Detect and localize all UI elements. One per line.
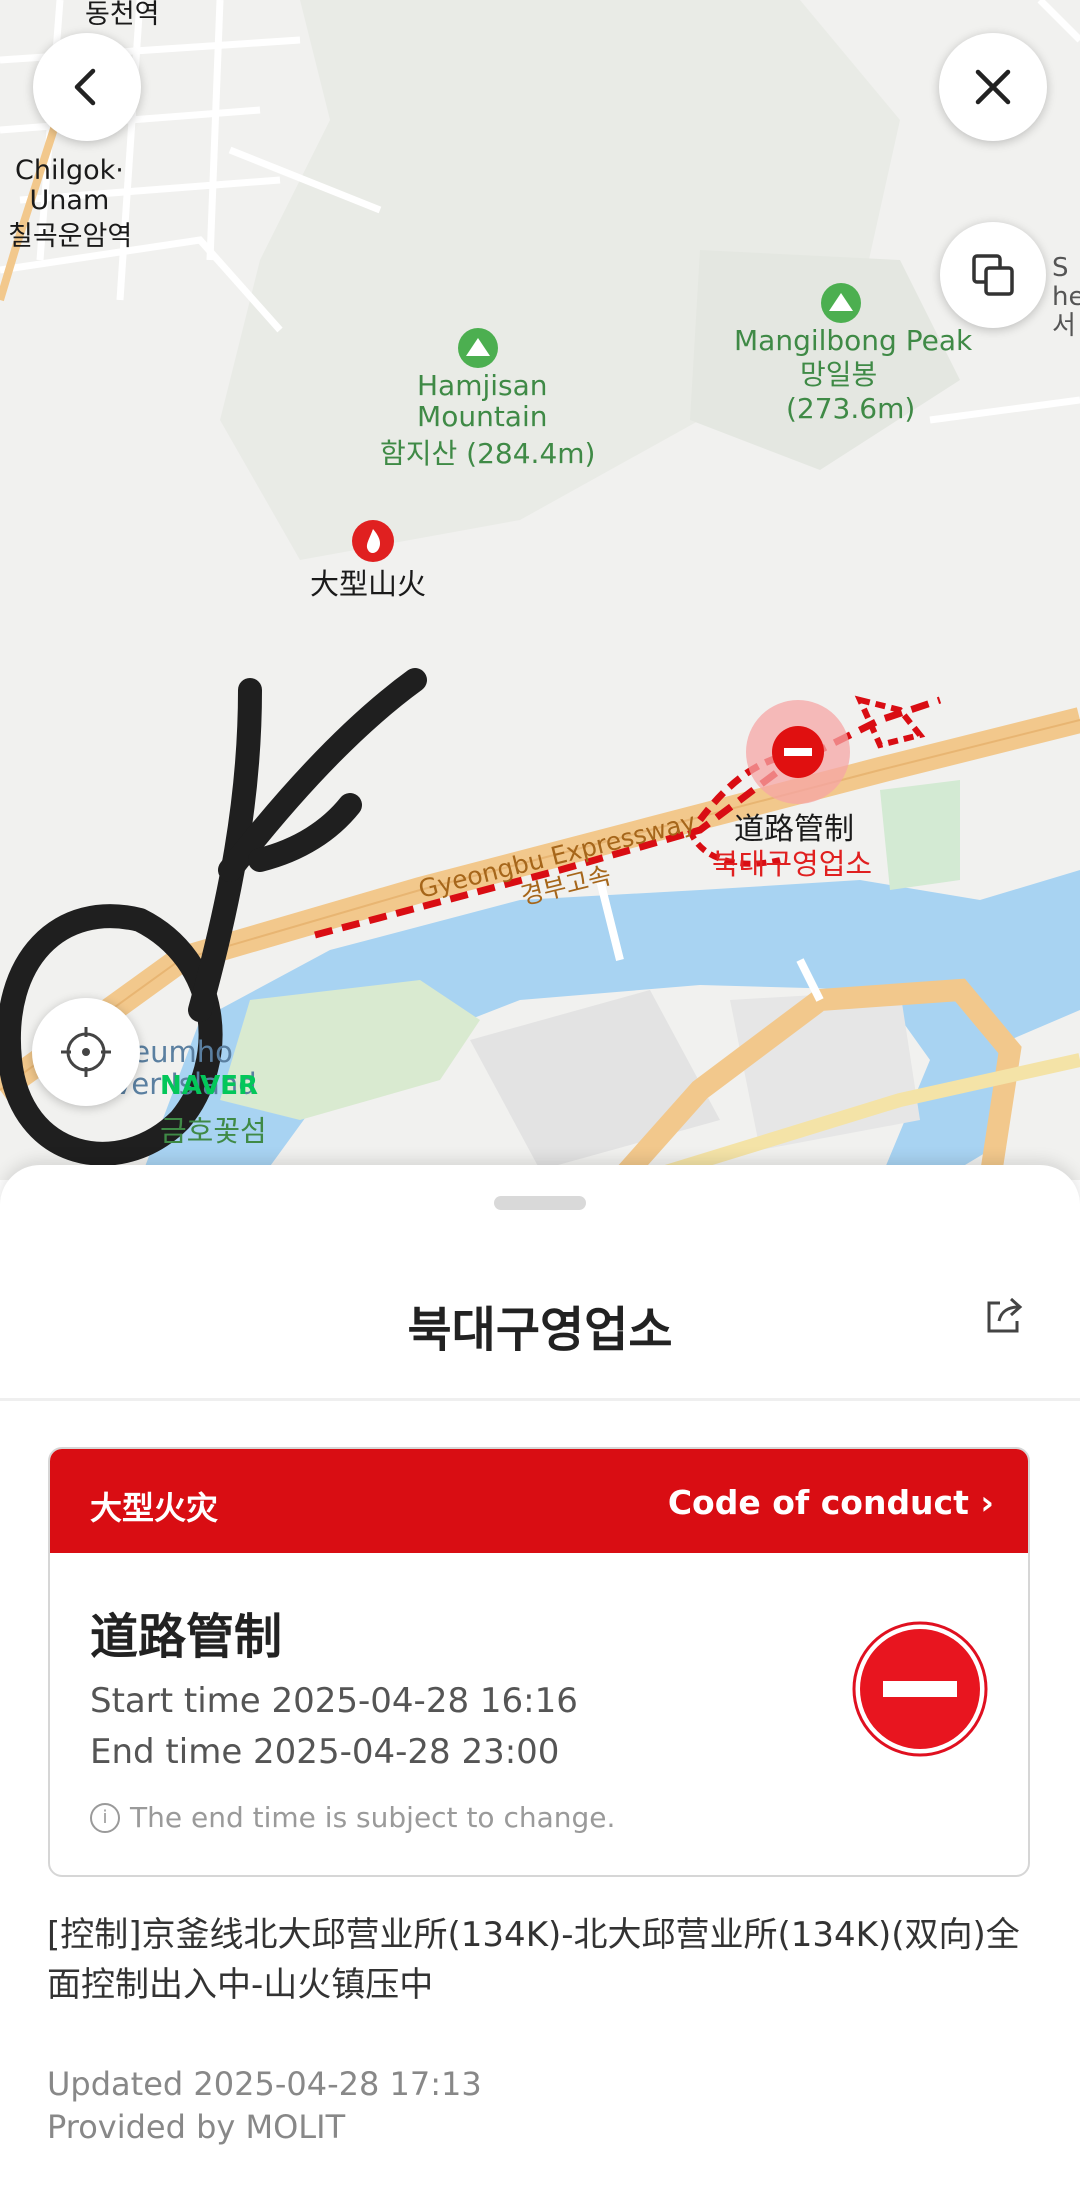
note-text: The end time is subject to change. (130, 1801, 616, 1834)
info-icon: i (90, 1802, 120, 1833)
mountain1-label-en: Hamjisan Mountain (417, 369, 548, 434)
station2-label-ko: 칠곡운암역 (8, 221, 133, 252)
bottom-sheet: 북대구영업소 大型火灾 Code of conduct › 道路管制 Start… (0, 1165, 1080, 2185)
back-button[interactable] (33, 33, 141, 141)
alert-card: 大型火灾 Code of conduct › 道路管制 Start time 2… (48, 1447, 1030, 1877)
fire-label: 大型山火 (310, 567, 427, 601)
map-view[interactable]: 동천역 Chilgok· Unam 칠곡운암역 Hamjisan Mountai… (0, 0, 1080, 1180)
mountain2-height: (273.6m) (786, 392, 916, 425)
mountain2-label-en: Mangilbong Peak (734, 324, 973, 357)
station-label: 동천역 (85, 0, 160, 30)
provider: Provided by MOLIT (47, 2108, 346, 2146)
alert-heading: 道路管制 (90, 1609, 283, 1665)
share-icon[interactable] (983, 1295, 1025, 1337)
sheet-title: 북대구영업소 (407, 1302, 673, 1358)
sheet-drag-handle[interactable] (494, 1196, 586, 1210)
location-target-icon (61, 1027, 111, 1077)
updated-time: Updated 2025-04-28 17:13 (47, 2065, 482, 2103)
layers-button[interactable] (940, 222, 1046, 328)
alert-tag: 大型火灾 (90, 1489, 219, 1527)
close-icon (975, 69, 1011, 105)
island-label-ko: 금호꽃섬 (160, 1114, 267, 1148)
close-button[interactable] (939, 33, 1047, 141)
divider (0, 1398, 1080, 1401)
edge-label: S heo 서 (1052, 253, 1080, 342)
road-control-label: 道路管制 (734, 812, 854, 847)
locate-button[interactable] (32, 998, 140, 1106)
layers-icon (972, 254, 1014, 296)
chevron-left-icon (74, 68, 96, 106)
office-label: 북대구영업소 (712, 847, 873, 881)
end-time-note: i The end time is subject to change. (90, 1801, 615, 1834)
alert-card-header: 大型火灾 Code of conduct › (50, 1449, 1028, 1553)
mountain1-label-ko: 함지산 (284.4m) (380, 437, 596, 470)
chevron-right-icon: › (980, 1483, 994, 1522)
station2-label-en: Chilgok· Unam (15, 155, 124, 217)
naver-logo: NAVER (160, 1071, 259, 1101)
no-entry-icon (852, 1621, 988, 1757)
code-of-conduct-link[interactable]: Code of conduct › (668, 1483, 994, 1522)
alert-description: [控制]京釜线北大邱营业所(134K)-北大邱营业所(134K)(双向)全面控制… (47, 1915, 1020, 2005)
end-time: End time 2025-04-28 23:00 (90, 1732, 560, 1772)
start-time: Start time 2025-04-28 16:16 (90, 1681, 578, 1721)
mountain2-label-ko: 망일봉 (800, 358, 878, 391)
map-base (0, 0, 1080, 1180)
